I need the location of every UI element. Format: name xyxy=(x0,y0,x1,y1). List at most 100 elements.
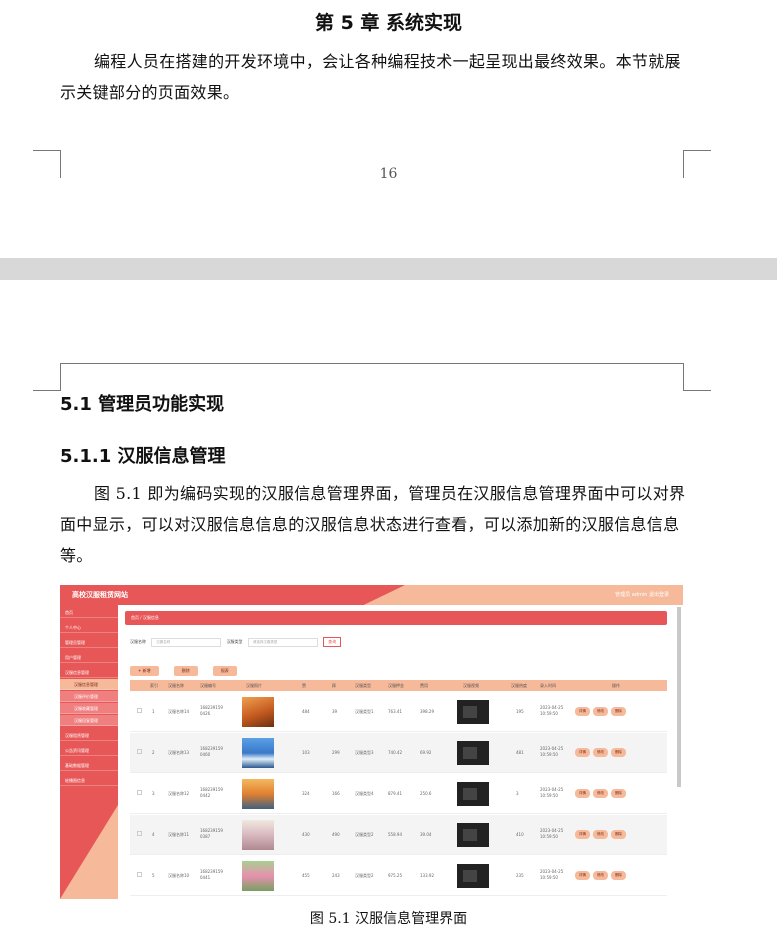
figure-caption: 图 5.1 汉服信息管理界面 xyxy=(309,911,468,927)
cell-likes: 455 xyxy=(302,873,310,878)
search-input: 汉服名称 xyxy=(151,637,222,647)
cell-type: 汉服类型2 xyxy=(355,873,374,878)
cell-code: 1682391590442 xyxy=(200,787,223,798)
page-number: 16 xyxy=(379,166,398,182)
hanfu-photo xyxy=(242,738,274,768)
cell-deposit: 975.25 xyxy=(388,873,402,878)
hanfu-video xyxy=(457,823,489,847)
body-paragraph: 图 5.1 即为编码实现的汉服信息管理界面，管理员在汉服信息管理界面中可以对界面… xyxy=(60,484,686,565)
cell-code: 1682391590441 xyxy=(200,869,223,880)
cell-index: 2 xyxy=(152,750,155,755)
sidebar-item: 首页 xyxy=(60,607,118,618)
app-logo: 高校汉服租赁网站 xyxy=(72,591,128,599)
row-checkbox xyxy=(137,831,142,836)
cell-dislikes: 243 xyxy=(332,873,340,878)
column-header: 录入时间 xyxy=(540,683,556,688)
detail-button: 详情 xyxy=(575,871,590,880)
search-label: 汉服名称 xyxy=(130,639,146,644)
row-checkbox xyxy=(137,708,142,713)
cell-heat: 3 xyxy=(516,791,519,796)
hanfu-photo xyxy=(242,861,274,891)
crop-mark xyxy=(683,363,711,391)
delete-row-button: 删除 xyxy=(611,830,626,839)
detail-button: 详情 xyxy=(575,748,590,757)
cell-name: 汉服名称12 xyxy=(168,791,190,796)
sidebar-item: 公告资讯管理 xyxy=(60,745,118,756)
sidebar-item: 汉服信息管理 xyxy=(60,679,118,690)
table-row: 5 汉服名称10 1682391590441 455 243 汉服类型2 975.25 133… xyxy=(130,856,667,896)
table-row: 2 汉服名称13 1682391590460 103 299 汉服类型3 740.42 69.… xyxy=(130,733,667,773)
column-header: 汉服照片 xyxy=(246,683,262,688)
header-rule xyxy=(61,363,683,364)
delete-button: 删除 xyxy=(173,666,198,676)
detail-button: 详情 xyxy=(575,707,590,716)
type-select: 请选择汉服类型 xyxy=(247,637,318,647)
cell-dislikes: 299 xyxy=(332,750,340,755)
sidebar-item: 汉服信息管理 xyxy=(60,667,118,678)
table-row: 3 汉服名称12 1682391590442 324 166 汉服类型4 879.41 250… xyxy=(130,774,667,814)
page-bottom: 5.1 管理员功能实现 5.1.1 汉服信息管理 图 5.1 即为编码实现的汉服… xyxy=(0,280,777,951)
add-button: + 新增 xyxy=(130,666,159,676)
cell-likes: 484 xyxy=(302,709,310,714)
cell-index: 3 xyxy=(152,791,155,796)
cell-deposit: 558.94 xyxy=(388,832,402,837)
row-checkbox xyxy=(137,749,142,754)
row-actions: 详情 修改 删除 xyxy=(575,871,629,880)
table-row: 1 汉服名称14 1682391590426 484 39 汉服类型1 763.41 398.… xyxy=(130,692,667,732)
cell-heat: 481 xyxy=(516,750,524,755)
column-header: 汉服押金 xyxy=(388,683,404,688)
sidebar-item: 轮播图信息 xyxy=(60,775,118,786)
sidebar-item: 汉服评价管理 xyxy=(60,691,118,702)
cell-code: 1682391590387 xyxy=(200,828,223,839)
row-checkbox xyxy=(137,790,142,795)
cell-deposit: 740.42 xyxy=(388,750,402,755)
cell-fee: 250.6 xyxy=(420,791,432,796)
column-header: 汉服名称 xyxy=(168,683,184,688)
cell-deposit: 879.41 xyxy=(388,791,402,796)
cell-dislikes: 490 xyxy=(332,832,340,837)
subsection-heading: 5.1.1 汉服信息管理 xyxy=(60,446,226,467)
hanfu-video xyxy=(457,864,489,888)
row-actions: 详情 修改 删除 xyxy=(575,707,629,716)
column-header: 索引 xyxy=(150,683,158,688)
edit-button: 修改 xyxy=(593,789,608,798)
cell-fee: 398.29 xyxy=(420,709,434,714)
user-menu: 管理员 admin 退出登录 xyxy=(615,592,669,598)
cell-deposit: 763.41 xyxy=(388,709,402,714)
row-checkbox xyxy=(137,872,142,877)
column-header: 汉服视频 xyxy=(463,683,479,688)
cell-likes: 324 xyxy=(302,791,310,796)
column-header: 操作 xyxy=(612,683,620,688)
cell-code: 1682391590460 xyxy=(200,746,223,757)
delete-row-button: 删除 xyxy=(611,789,626,798)
hanfu-photo xyxy=(242,779,274,809)
column-header: 踩 xyxy=(332,683,336,688)
cell-fee: 133.92 xyxy=(420,873,434,878)
cell-type: 汉服类型1 xyxy=(355,709,374,714)
sidebar-item: 汉服回复管理 xyxy=(60,715,118,726)
search-label: 汉服类型 xyxy=(226,639,243,644)
edit-button: 修改 xyxy=(593,748,608,757)
sidebar-item: 汉服收藏管理 xyxy=(60,703,118,714)
cell-time: 2023-04-25 10:59:50 xyxy=(540,787,564,798)
crop-mark xyxy=(33,363,61,391)
hanfu-video xyxy=(457,741,489,765)
cell-type: 汉服类型3 xyxy=(355,750,374,755)
row-actions: 详情 修改 删除 xyxy=(575,830,629,839)
column-header: 费用 xyxy=(420,683,428,688)
hanfu-video xyxy=(457,700,489,724)
table-row: 4 汉服名称11 1682391590387 430 490 汉服类型2 558.94 39.… xyxy=(130,815,667,855)
chapter-title: 第 5 章 系统实现 xyxy=(314,12,463,34)
cell-index: 1 xyxy=(152,709,155,714)
sidebar-item: 管理员管理 xyxy=(60,637,118,648)
cell-time: 2023-04-25 10:59:50 xyxy=(540,746,564,757)
hanfu-photo xyxy=(242,697,274,727)
cell-name: 汉服名称11 xyxy=(168,832,190,837)
page-gap xyxy=(0,258,777,280)
search-row: 汉服名称 汉服名称 汉服类型 请选择汉服类型 查询 xyxy=(130,637,342,647)
sidebar: 首页 个人中心 管理员管理 用户管理 汉服信息管理 汉服信息管理 汉服评价管理 … xyxy=(60,605,118,899)
sidebar-item: 基础数据管理 xyxy=(60,760,118,771)
hanfu-video xyxy=(457,782,489,806)
cell-code: 1682391590426 xyxy=(200,705,223,716)
hanfu-photo xyxy=(242,820,274,850)
